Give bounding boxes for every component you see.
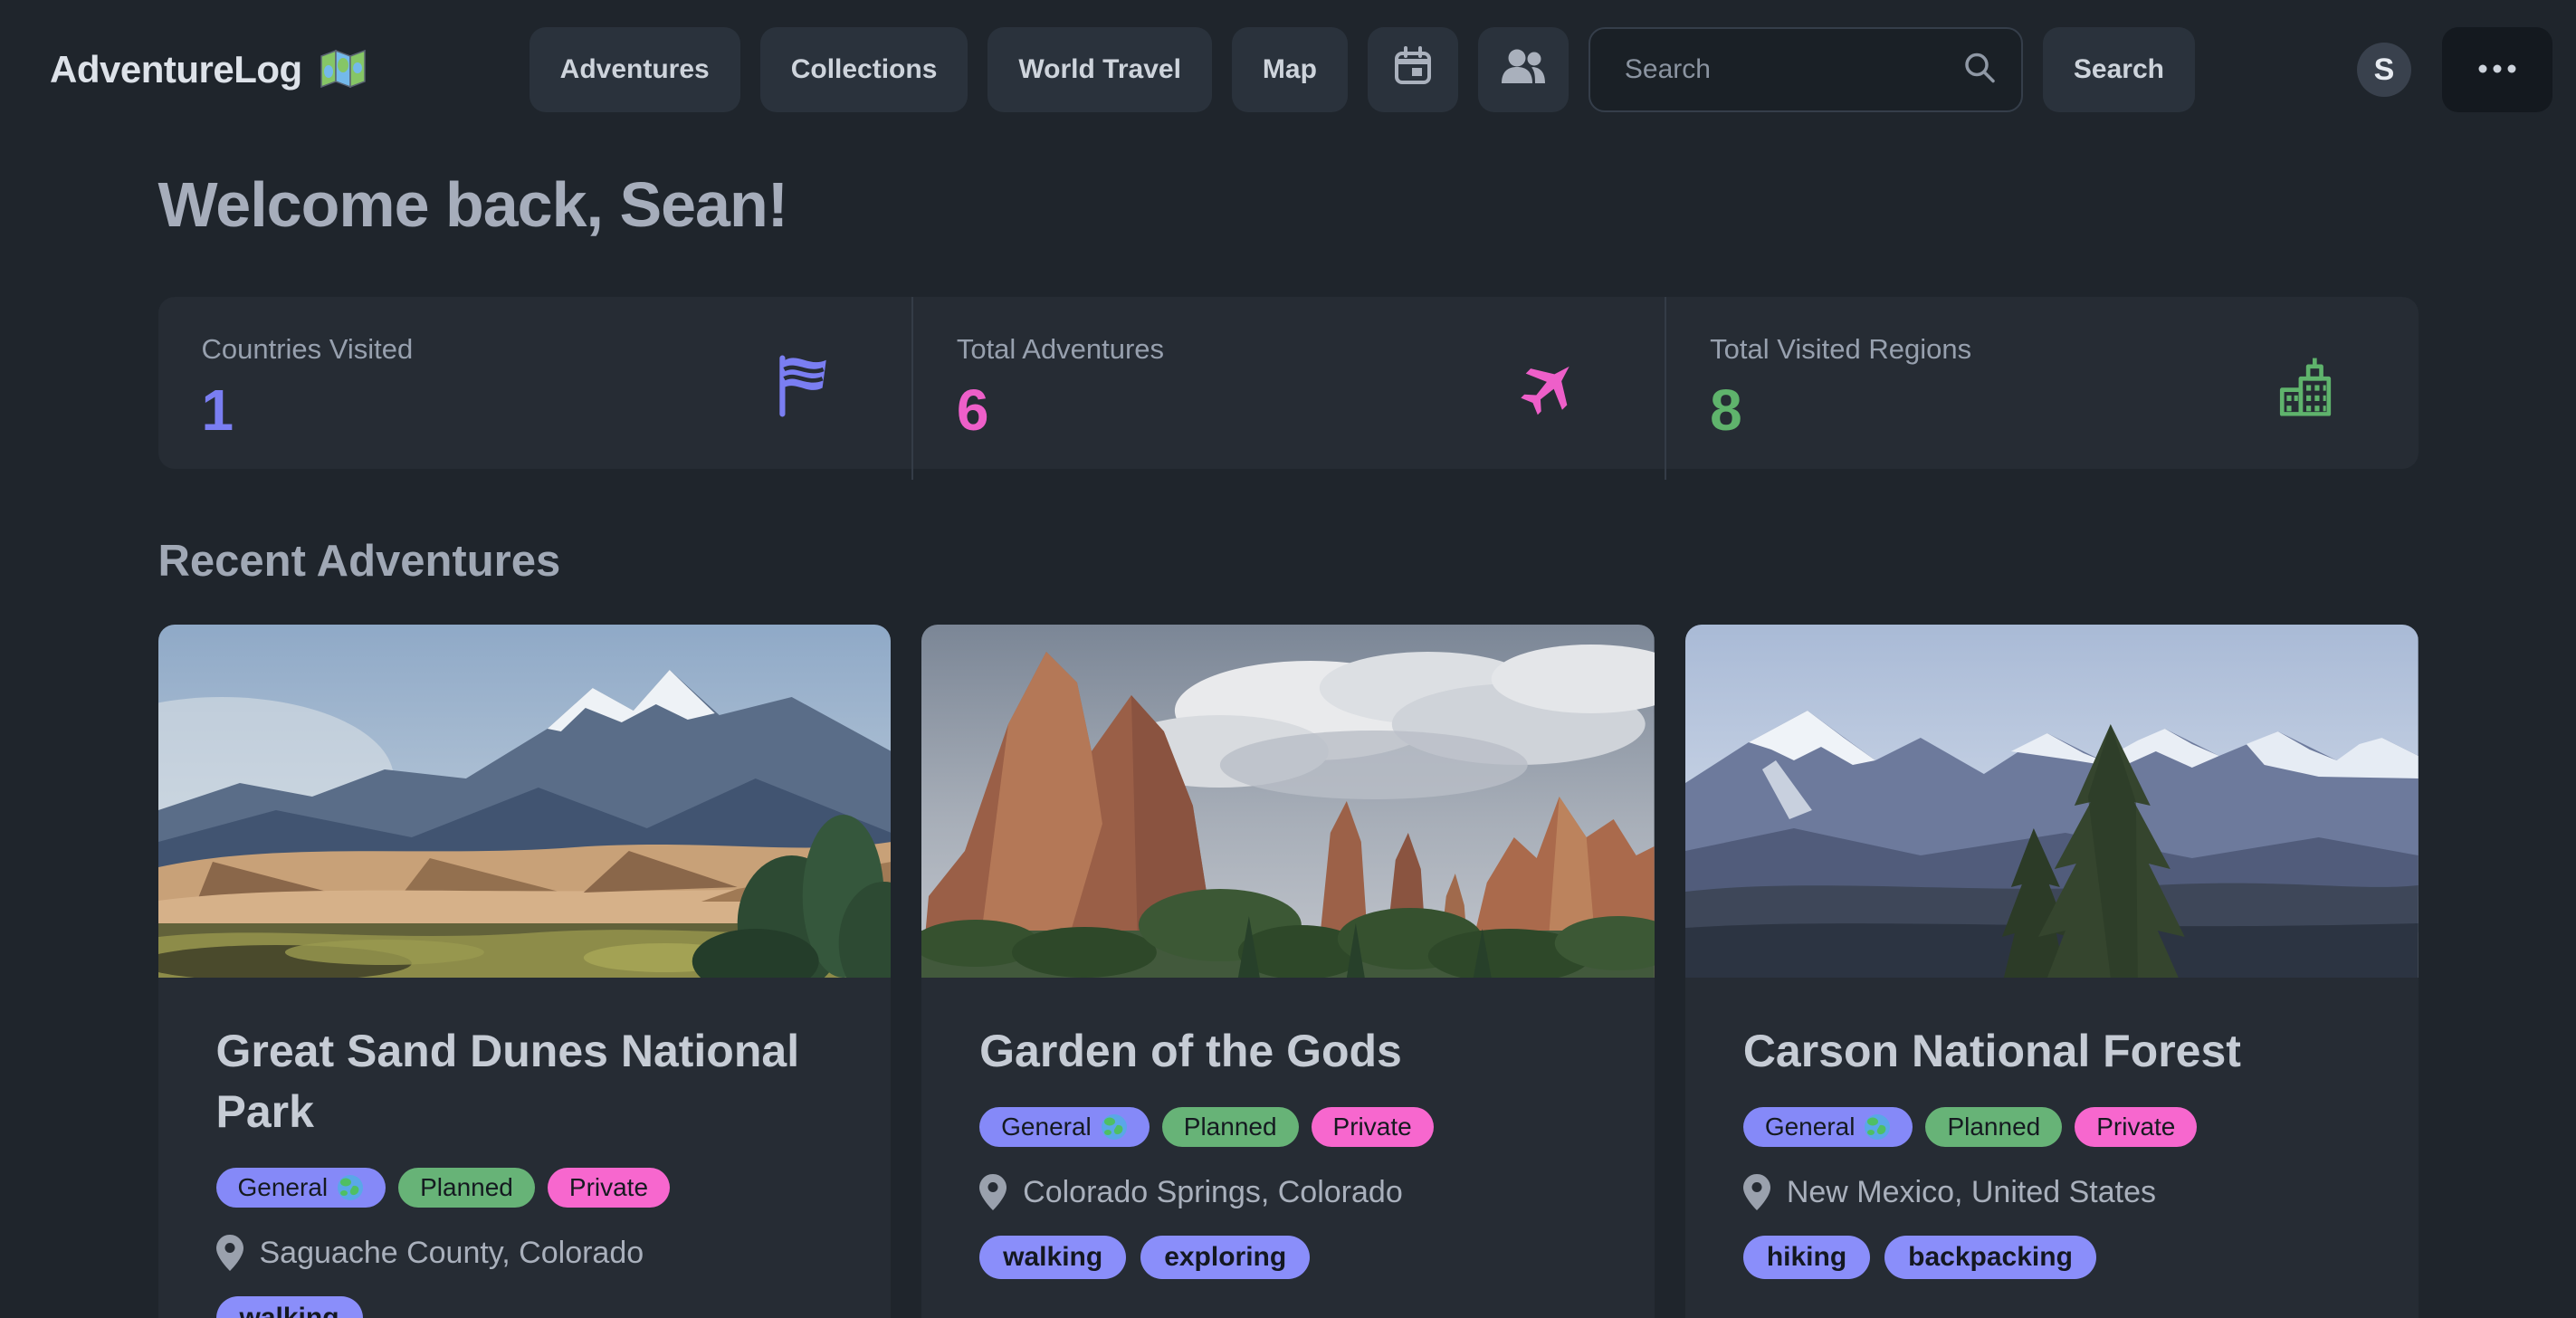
flag-icon (776, 354, 828, 424)
buildings-icon (2275, 357, 2334, 421)
stat-label: Countries Visited (202, 333, 868, 366)
nav-menu: Adventures Collections World Travel Map (530, 27, 2195, 112)
nav-collections-button[interactable]: Collections (760, 27, 968, 112)
badge-row: General Planned Private (216, 1168, 834, 1208)
adventure-cards-grid: Great Sand Dunes National Park General P… (158, 625, 2419, 1318)
badge-planned: Planned (398, 1168, 535, 1208)
location-text: Colorado Springs, Colorado (1023, 1175, 1403, 1210)
adventure-title[interactable]: Garden of the Gods (979, 1021, 1597, 1082)
location-pin-icon (979, 1174, 1007, 1210)
adventure-card-great-sand-dunes[interactable]: Great Sand Dunes National Park General P… (158, 625, 892, 1318)
tag-row: walking (216, 1296, 834, 1318)
nav-world-travel-button[interactable]: World Travel (987, 27, 1212, 112)
ellipsis-icon (2477, 63, 2517, 77)
navbar: AdventureLog Adventures Collections Worl… (0, 0, 2576, 139)
adventure-photo-snowy-mountains (1685, 625, 2419, 978)
location-row: Colorado Springs, Colorado (979, 1174, 1597, 1210)
activity-tag: backpacking (1884, 1236, 2096, 1279)
stats-row: Countries Visited 1 Total Adventures 6 (158, 297, 2419, 469)
search-field-wrap (1589, 27, 2023, 112)
location-pin-icon (216, 1235, 243, 1271)
stat-total-visited-regions: Total Visited Regions 8 (1665, 297, 2418, 480)
location-text: New Mexico, United States (1787, 1175, 2156, 1210)
card-body: Great Sand Dunes National Park General P… (158, 978, 892, 1318)
search-icon (1961, 50, 1998, 91)
overflow-menu-button[interactable] (2442, 27, 2552, 112)
adventure-card-garden-of-the-gods[interactable]: Garden of the Gods General Planned Priva… (921, 625, 1655, 1318)
shared-users-button[interactable] (1478, 27, 1569, 112)
badge-general: General (979, 1107, 1150, 1147)
search-button[interactable]: Search (2043, 27, 2195, 112)
activity-tag: hiking (1743, 1236, 1870, 1279)
app-logo[interactable]: AdventureLog (50, 47, 367, 93)
tag-row: walking exploring (979, 1236, 1597, 1279)
globe-icon (1864, 1113, 1891, 1141)
stat-total-adventures: Total Adventures 6 (911, 297, 1665, 480)
location-pin-icon (1743, 1174, 1770, 1210)
stat-value: 1 (202, 377, 868, 444)
search-input[interactable] (1589, 27, 2023, 112)
globe-icon (337, 1174, 364, 1201)
stat-countries-visited: Countries Visited 1 (158, 297, 911, 480)
plane-icon (1518, 355, 1581, 423)
adventure-photo-red-rocks (921, 625, 1655, 978)
badge-private: Private (1312, 1107, 1434, 1147)
adventure-card-carson-national-forest[interactable]: Carson National Forest General Planned P… (1685, 625, 2419, 1318)
badge-general: General (216, 1168, 386, 1208)
main-content: Welcome back, Sean! Countries Visited 1 … (158, 168, 2419, 1318)
card-body: Garden of the Gods General Planned Priva… (921, 978, 1655, 1318)
location-row: New Mexico, United States (1743, 1174, 2361, 1210)
badge-planned: Planned (1925, 1107, 2062, 1147)
activity-tag: exploring (1140, 1236, 1310, 1279)
recent-adventures-heading: Recent Adventures (158, 536, 2419, 587)
users-icon (1500, 47, 1547, 92)
globe-icon (1101, 1113, 1128, 1141)
location-row: Saguache County, Colorado (216, 1235, 834, 1271)
activity-tag: walking (979, 1236, 1126, 1279)
badge-row: General Planned Private (1743, 1107, 2361, 1147)
badge-row: General Planned Private (979, 1107, 1597, 1147)
adventure-photo-sand-dunes (158, 625, 892, 978)
activity-tag: walking (216, 1296, 363, 1318)
card-body: Carson National Forest General Planned P… (1685, 978, 2419, 1318)
nav-map-button[interactable]: Map (1232, 27, 1348, 112)
calendar-icon (1392, 45, 1434, 94)
avatar[interactable]: S (2357, 43, 2411, 97)
nav-right: S (2357, 27, 2562, 112)
app-title: AdventureLog (50, 48, 302, 91)
calendar-button[interactable] (1368, 27, 1458, 112)
tag-row: hiking backpacking (1743, 1236, 2361, 1279)
map-emoji-icon (319, 47, 367, 93)
badge-general: General (1743, 1107, 1913, 1147)
adventure-title[interactable]: Great Sand Dunes National Park (216, 1021, 834, 1142)
badge-private: Private (2075, 1107, 2197, 1147)
location-text: Saguache County, Colorado (260, 1236, 644, 1271)
nav-adventures-button[interactable]: Adventures (530, 27, 740, 112)
adventure-title[interactable]: Carson National Forest (1743, 1021, 2361, 1082)
badge-private: Private (548, 1168, 670, 1208)
badge-planned: Planned (1162, 1107, 1299, 1147)
welcome-heading: Welcome back, Sean! (158, 168, 2419, 241)
